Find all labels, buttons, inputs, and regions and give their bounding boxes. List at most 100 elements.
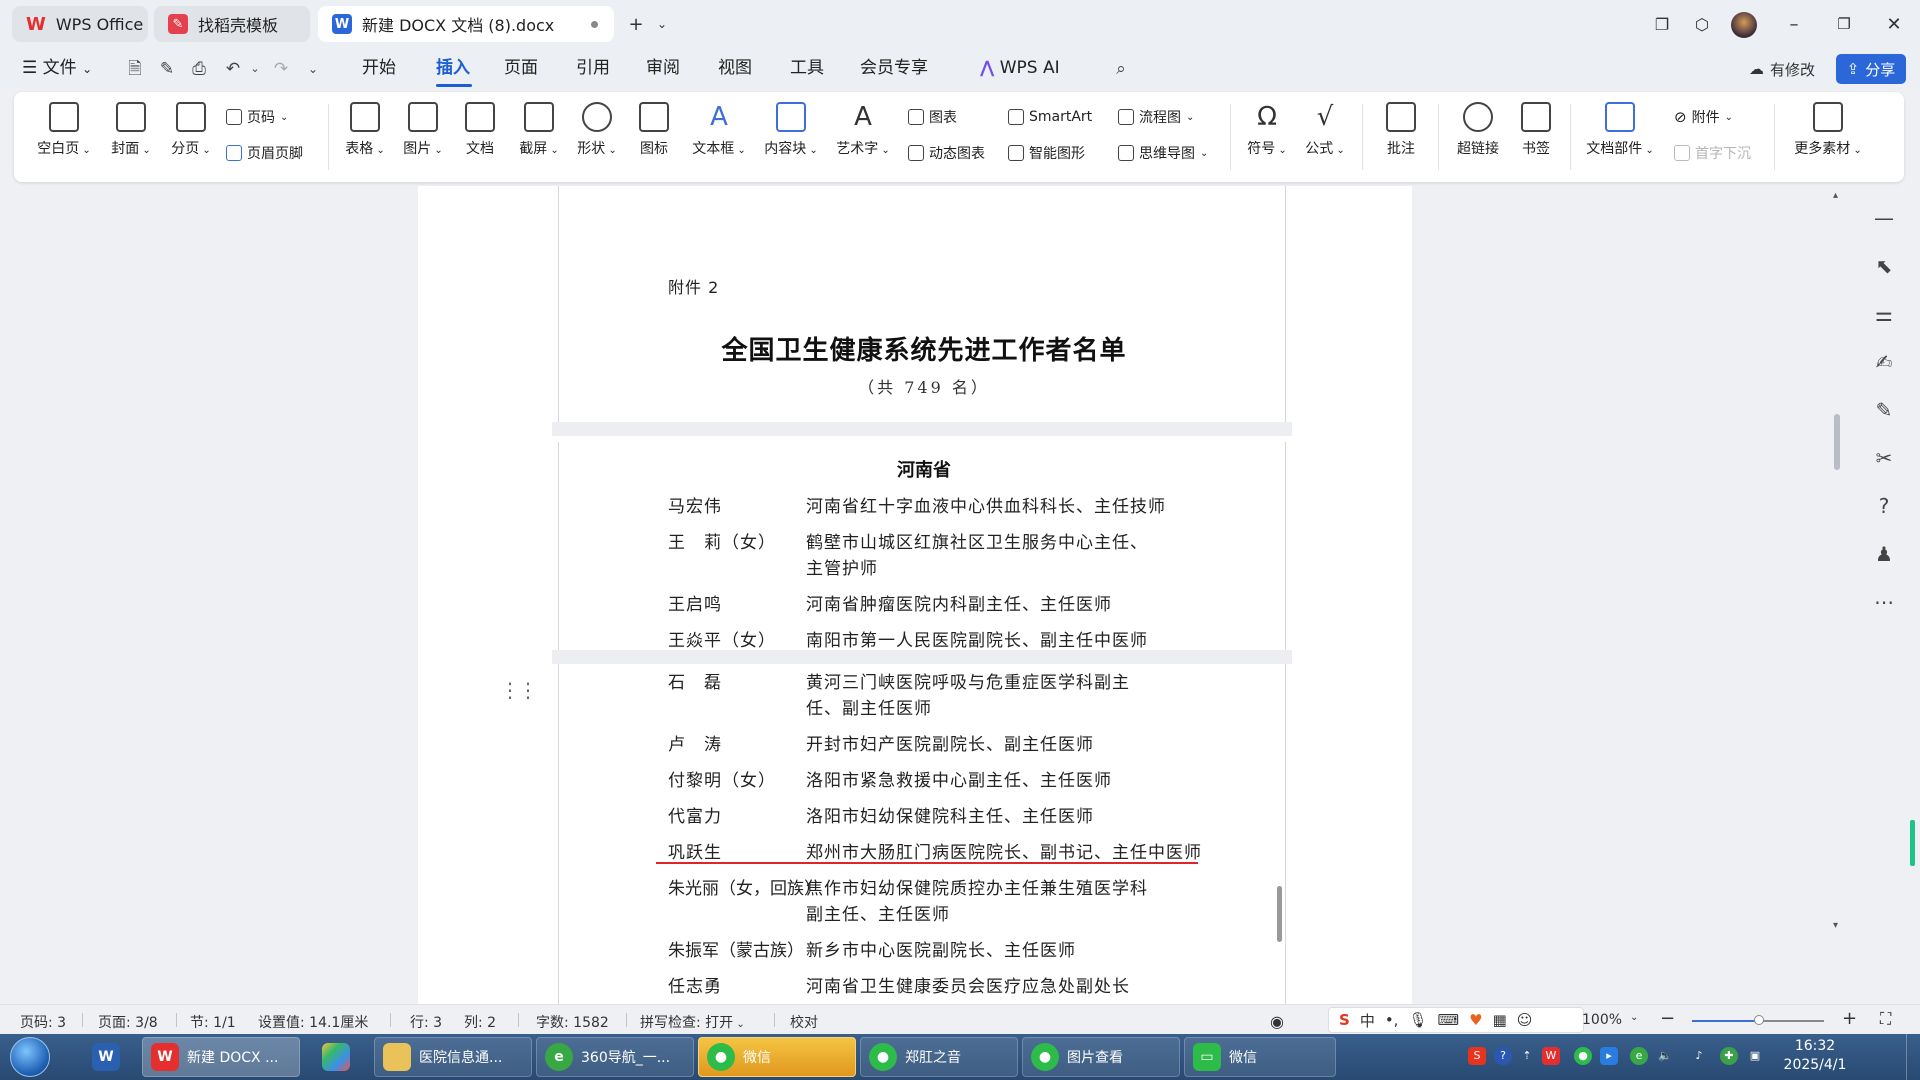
- textbox-button[interactable]: A 文本框 ⌄: [688, 102, 750, 158]
- wps-ai-button[interactable]: ⋀ WPS AI: [980, 56, 1060, 80]
- speaker-tray-icon[interactable]: 🔈: [1656, 1047, 1674, 1065]
- skin-icon[interactable]: ♥: [1469, 1011, 1482, 1029]
- fullscreen-icon[interactable]: ⛶: [1880, 1009, 1891, 1029]
- picture-button[interactable]: 图片 ⌄: [398, 102, 448, 158]
- smart-shape-button[interactable]: 智能图形: [1008, 142, 1085, 164]
- pinned-photos-app[interactable]: [310, 1037, 362, 1077]
- header-footer-button[interactable]: 页眉页脚: [226, 142, 303, 164]
- zoom-out-icon[interactable]: −: [1660, 1008, 1675, 1029]
- mindmap-button[interactable]: 思维导图 ⌄: [1118, 142, 1208, 164]
- more-dots-icon[interactable]: ⋯: [1872, 590, 1896, 614]
- wps-tray-icon[interactable]: W: [1542, 1047, 1560, 1065]
- page-number-button[interactable]: 页码 ⌄: [226, 106, 288, 128]
- search-icon[interactable]: ⌕: [1110, 58, 1132, 80]
- taskbar-item-wechat[interactable]: ● 微信: [698, 1037, 856, 1077]
- more-chevron-icon[interactable]: ⌄: [302, 58, 324, 80]
- shirt-skin-icon[interactable]: ♟: [1872, 542, 1896, 566]
- emoji-icon[interactable]: ☺: [1517, 1011, 1533, 1029]
- menu-tools[interactable]: 工具: [790, 56, 824, 80]
- help-tray-icon[interactable]: ?: [1494, 1047, 1512, 1065]
- print-preview-icon[interactable]: ⎙: [188, 58, 210, 80]
- proofread-button[interactable]: 校对: [790, 1012, 818, 1032]
- taskbar-item-wps[interactable]: W 新建 DOCX ...: [142, 1037, 300, 1077]
- user-avatar[interactable]: [1731, 12, 1757, 38]
- screenshot-button[interactable]: 截屏 ⌄: [514, 102, 564, 158]
- scrollbar-thumb[interactable]: [1834, 414, 1840, 470]
- tab-template[interactable]: ✎ 找稻壳模板: [154, 6, 310, 42]
- zoom-chevron-icon[interactable]: ⌄: [1630, 1012, 1638, 1023]
- drop-cap-button[interactable]: 首字下沉: [1674, 142, 1751, 164]
- start-button[interactable]: [10, 1037, 50, 1077]
- tab-document[interactable]: W 新建 DOCX 文档 (8).docx: [318, 6, 614, 42]
- more-materials-button[interactable]: 更多素材 ⌄: [1788, 102, 1868, 158]
- share-button[interactable]: ⇪ 分享: [1836, 54, 1906, 84]
- minimize-icon[interactable]: –: [1780, 10, 1808, 38]
- menu-reference[interactable]: 引用: [576, 56, 610, 80]
- zoom-level[interactable]: 100%: [1582, 1012, 1622, 1028]
- wechat-tray-icon[interactable]: ●: [1574, 1047, 1592, 1065]
- adjust-sliders-icon[interactable]: ⚌: [1872, 302, 1896, 326]
- taskbar-item-explorer[interactable]: 医院信息通...: [374, 1037, 532, 1077]
- smartart-button[interactable]: SmartArt: [1008, 106, 1092, 128]
- security-tray-icon[interactable]: ✚: [1720, 1047, 1738, 1065]
- status-page-code[interactable]: 页码: 3: [20, 1012, 66, 1032]
- system-clock[interactable]: 16:32 2025/4/1: [1760, 1037, 1870, 1075]
- comment-button[interactable]: 批注: [1376, 102, 1426, 158]
- toolbox-grid-icon[interactable]: ▦: [1493, 1011, 1507, 1029]
- scroll-up-icon[interactable]: ▴: [1833, 190, 1838, 201]
- 360-tray-icon[interactable]: e: [1630, 1047, 1648, 1065]
- select-cursor-icon[interactable]: ⬉: [1872, 254, 1896, 278]
- close-icon[interactable]: ✕: [1880, 10, 1908, 38]
- volume-tray-icon[interactable]: ♪: [1690, 1047, 1708, 1065]
- taskbar-item-wechat-2[interactable]: ▭ 微信: [1184, 1037, 1336, 1077]
- menu-review[interactable]: 审阅: [646, 56, 680, 80]
- ai-write-icon[interactable]: ✍: [1872, 350, 1896, 374]
- punctuation-icon[interactable]: •,: [1385, 1011, 1399, 1029]
- formula-button[interactable]: √ 公式 ⌄: [1300, 102, 1350, 158]
- network-tray-icon[interactable]: ⇡: [1518, 1047, 1536, 1065]
- zoom-in-icon[interactable]: +: [1842, 1008, 1857, 1029]
- show-desktop-button[interactable]: [1906, 1034, 1920, 1080]
- table-button[interactable]: 表格 ⌄: [340, 102, 390, 158]
- wordart-button[interactable]: A 艺术字 ⌄: [832, 102, 894, 158]
- status-word-count[interactable]: 字数: 1582: [536, 1012, 609, 1032]
- sogou-tray-icon[interactable]: S: [1468, 1047, 1486, 1065]
- cube-icon[interactable]: ⬡: [1688, 10, 1716, 38]
- document-button[interactable]: 文档: [458, 102, 502, 158]
- modified-button[interactable]: ☁ 有修改: [1742, 54, 1822, 84]
- flag-tray-icon[interactable]: ▸: [1600, 1047, 1618, 1065]
- restore-icon[interactable]: ❐: [1830, 10, 1858, 38]
- hyperlink-button[interactable]: 超链接: [1450, 102, 1506, 158]
- doc-parts-button[interactable]: 文档部件 ⌄: [1582, 102, 1658, 158]
- new-tab-plus-icon[interactable]: +: [622, 10, 650, 38]
- undo-chevron-icon[interactable]: ⌄: [244, 58, 266, 80]
- undo-icon[interactable]: ↶: [222, 58, 244, 80]
- tab-list-chevron-icon[interactable]: ⌄: [648, 10, 676, 38]
- chart-button[interactable]: 图表: [908, 106, 957, 128]
- scroll-down-icon[interactable]: ▾: [1833, 920, 1838, 931]
- page-scroll-thumb[interactable]: [1277, 886, 1282, 942]
- status-section[interactable]: 节: 1/1: [190, 1012, 236, 1032]
- save-icon[interactable]: 🗎: [124, 58, 146, 80]
- eye-protect-icon[interactable]: ◉: [1270, 1012, 1284, 1031]
- icon-button[interactable]: 图标: [632, 102, 676, 158]
- ime-toolbar[interactable]: S 中 •, 🎙 ⌨ ♥ ▦ ☺: [1328, 1007, 1584, 1033]
- content-block-button[interactable]: 内容块 ⌄: [760, 102, 822, 158]
- menu-page[interactable]: 页面: [504, 56, 538, 80]
- keyboard-icon[interactable]: ⌨: [1438, 1011, 1460, 1029]
- zoom-slider-knob[interactable]: [1754, 1015, 1764, 1025]
- drag-handle-icon[interactable]: ⋮⋮: [500, 678, 538, 702]
- dynamic-chart-button[interactable]: 动态图表: [908, 142, 985, 164]
- pen-edit-icon[interactable]: ✎: [1872, 398, 1896, 422]
- status-row[interactable]: 行: 3: [410, 1012, 442, 1032]
- microphone-icon[interactable]: 🎙: [1408, 1011, 1427, 1029]
- menu-insert[interactable]: 插入: [436, 56, 470, 80]
- taskbar-item-360-browser[interactable]: e 360导航_一...: [536, 1037, 694, 1077]
- spell-check-toggle[interactable]: 拼写检查: 打开 ⌄: [640, 1012, 745, 1032]
- cover-button[interactable]: 封面 ⌄: [106, 102, 156, 158]
- blank-page-button[interactable]: 空白页 ⌄: [34, 102, 94, 158]
- vertical-scrollbar[interactable]: ▴ ▾: [1832, 190, 1844, 1000]
- shape-button[interactable]: 形状 ⌄: [572, 102, 622, 158]
- ime-chinese-mode[interactable]: 中: [1360, 1010, 1375, 1031]
- flowchart-button[interactable]: 流程图 ⌄: [1118, 106, 1194, 128]
